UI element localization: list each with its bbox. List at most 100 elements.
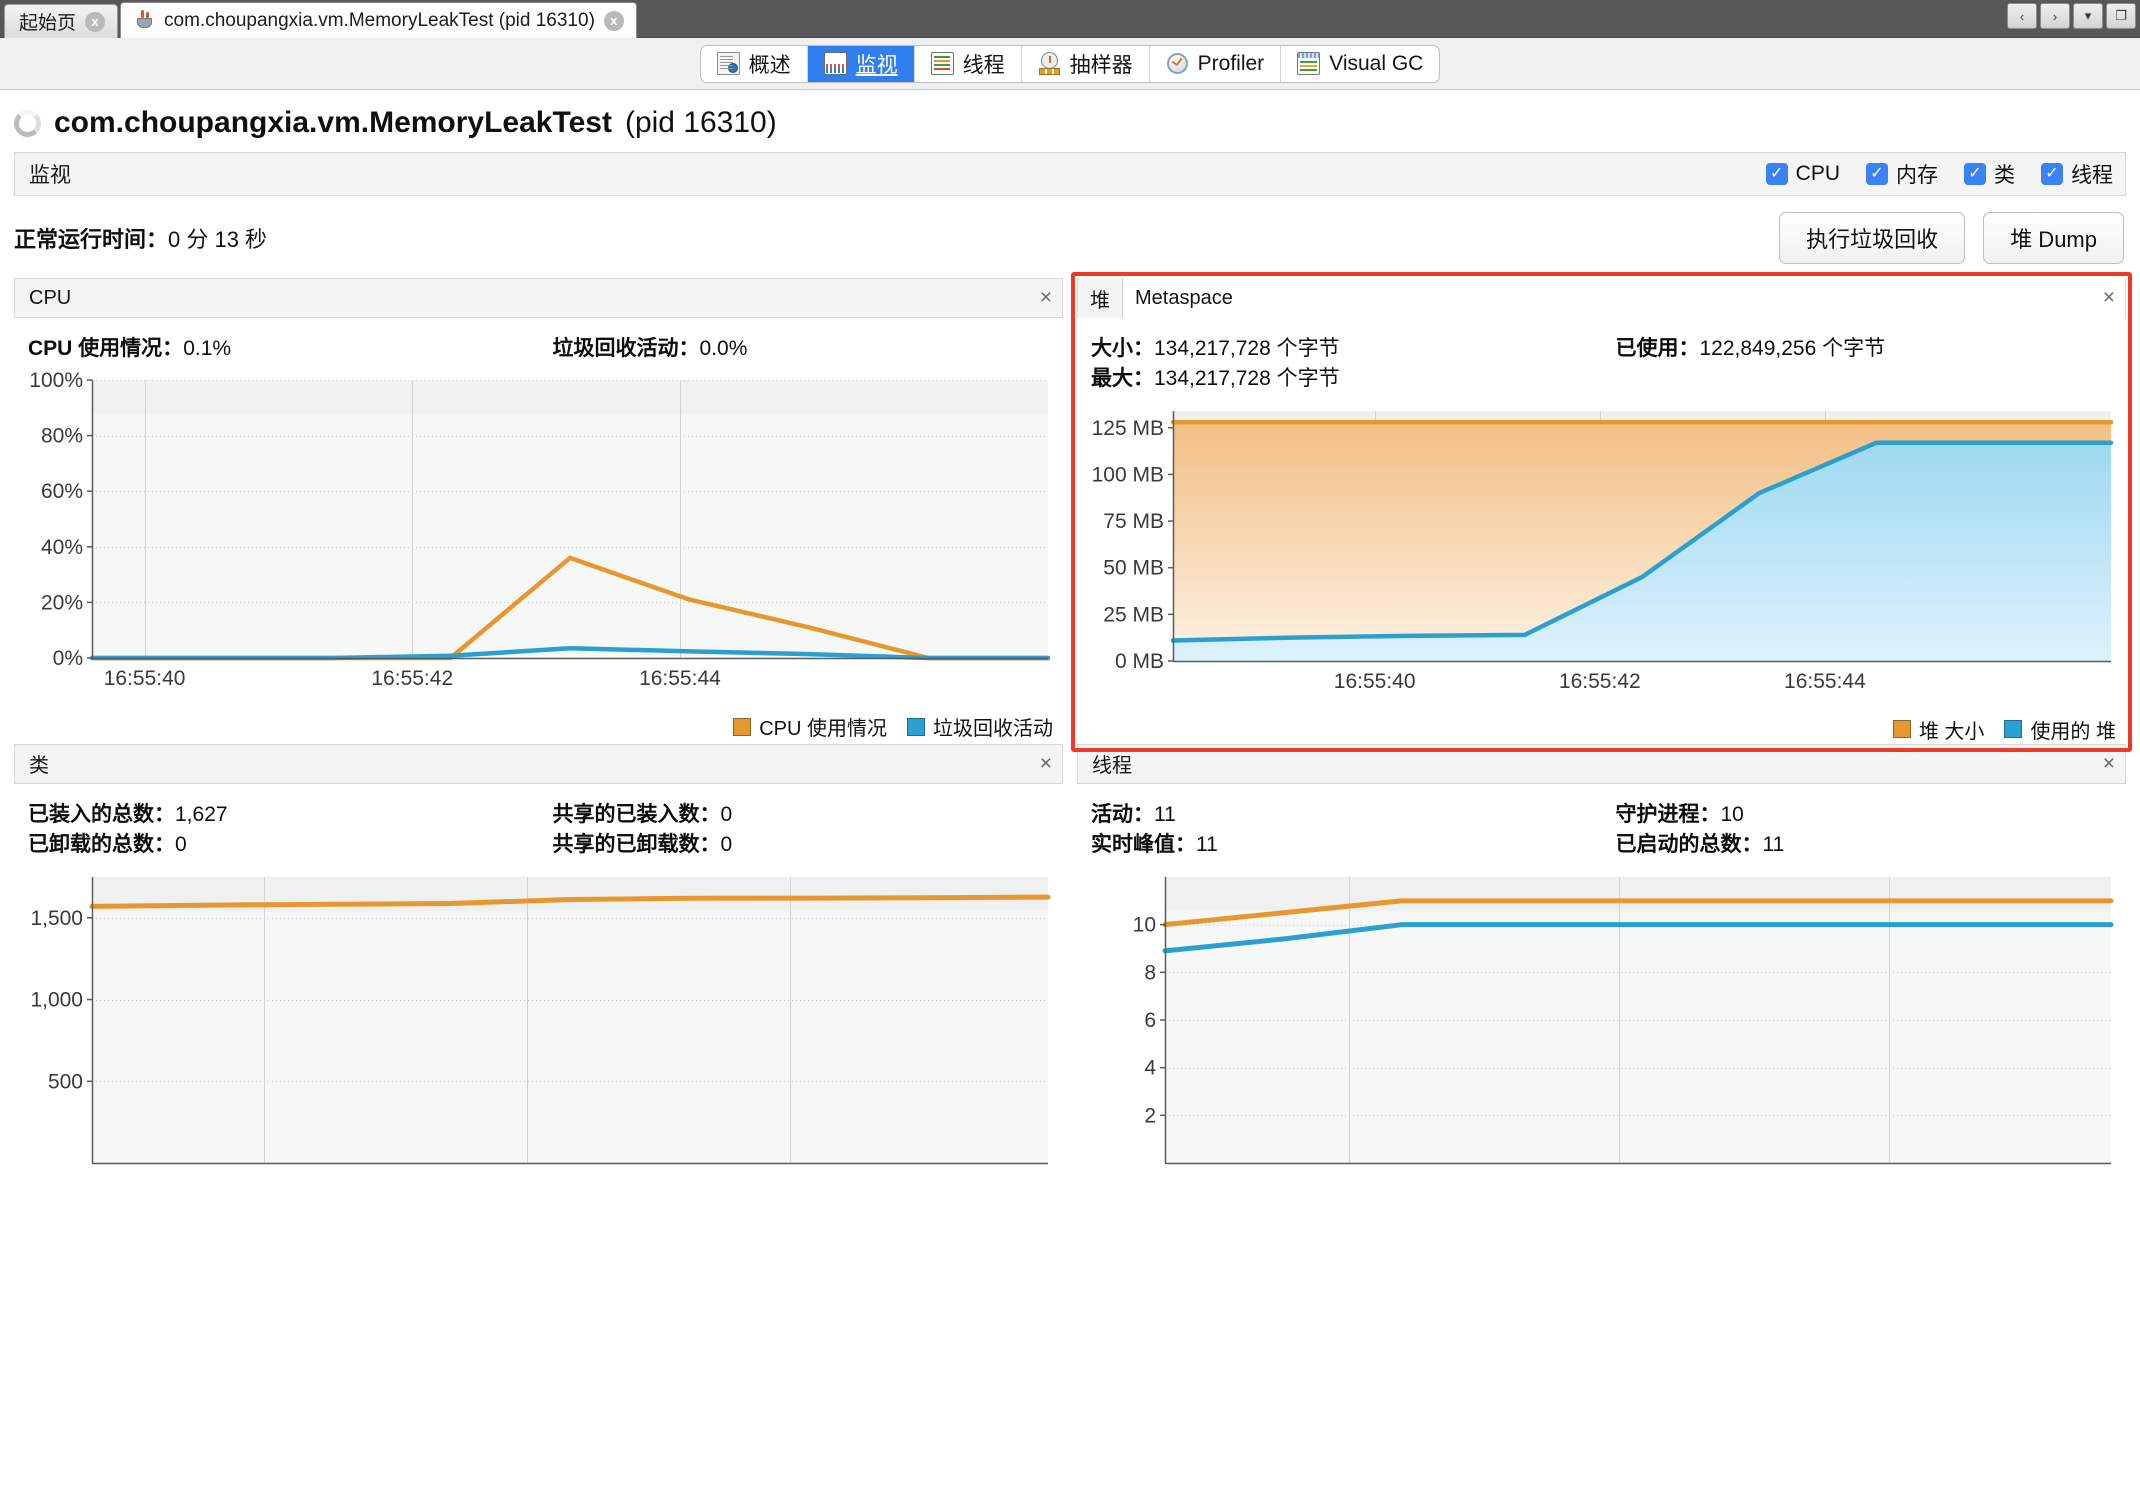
stat-label: 已卸载的总数：: [28, 833, 175, 857]
uptime-text: 正常运行时间：0 分 13 秒: [14, 222, 267, 254]
action-button-row: 执行垃圾回收 堆 Dump: [1779, 212, 2124, 264]
checkbox-threads[interactable]: ✓ 线程: [2041, 159, 2113, 189]
svg-text:16:55:42: 16:55:42: [371, 667, 453, 690]
tab-monitor[interactable]: 监视: [807, 45, 915, 82]
legend-item-heap-used[interactable]: 使用的 堆: [2004, 715, 2116, 744]
classes-panel-title: 类: [29, 755, 49, 778]
cpu-panel-title: CPU: [29, 286, 72, 309]
classes-panel: 类 × 已装入的总数：1,627 共享的已装入数：0 已卸载的总数：0 共享的已…: [14, 743, 1063, 1174]
tab-label: 监视: [855, 53, 898, 77]
threads-peak-stat: 实时峰值：11: [1077, 830, 1602, 860]
heap-max-stat: 最大：134,217,728 个字节: [1077, 364, 1602, 394]
scroll-right-button[interactable]: ›: [2040, 3, 2070, 29]
stat-value: 0: [175, 833, 187, 857]
legend-label: 使用的 堆: [2030, 720, 2116, 743]
legend-swatch: [733, 717, 752, 736]
close-icon[interactable]: ×: [2103, 752, 2115, 776]
threads-panel-title: 线程: [1092, 755, 1132, 778]
metric-checkbox-group: ✓ CPU ✓ 内存 ✓ 类 ✓ 线程: [1765, 159, 2113, 189]
window-tab-start-page[interactable]: 起始页 x: [4, 4, 119, 38]
threads-panel: 线程 × 活动：11 守护进程：10 实时峰值：11 已启动的总数：11 2 4…: [1077, 743, 2126, 1174]
heap-chart[interactable]: 0 MB 25 MB 50 MB 75 MB 100 MB 125 MB 16:55:40 1…: [1077, 403, 2117, 705]
threads-started-stat: 已启动的总数：11: [1602, 830, 2127, 860]
heap-dump-button[interactable]: 堆 Dump: [1983, 212, 2124, 264]
tab-threads[interactable]: 线程: [915, 45, 1022, 82]
classes-stats: 已装入的总数：1,627 共享的已装入数：0 已卸载的总数：0 共享的已卸载数：…: [14, 784, 1063, 869]
maximize-button[interactable]: ❐: [2106, 3, 2136, 29]
svg-text:16:55:40: 16:55:40: [104, 667, 186, 690]
stat-label: 活动：: [1091, 802, 1154, 826]
metaspace-tab[interactable]: Metaspace: [1123, 278, 2125, 318]
tab-list-dropdown-button[interactable]: ▾: [2073, 3, 2103, 29]
tab-label: 线程: [962, 53, 1005, 77]
threads-stats: 活动：11 守护进程：10 实时峰值：11 已启动的总数：11: [1077, 784, 2126, 869]
legend-item-cpu-usage[interactable]: CPU 使用情况: [733, 712, 887, 741]
svg-text:20%: 20%: [41, 592, 83, 615]
stat-label: 已装入的总数：: [28, 802, 175, 826]
tab-label: 概述: [748, 53, 791, 77]
threads-chart-wrap: 2 4 6 8 10: [1077, 869, 2126, 1174]
cpu-panel: CPU × CPU 使用情况：0.1% 垃圾回收活动：0.0% 0% 20% 40%…: [14, 278, 1063, 744]
svg-text:6: 6: [1144, 1009, 1156, 1032]
perform-gc-button[interactable]: 执行垃圾回收: [1779, 212, 1966, 264]
stat-label: 共享的已装入数：: [552, 802, 721, 826]
editor-tab-strip: 起始页 x com.choupangxia.vm.MemoryLeakTest …: [0, 0, 2140, 38]
svg-text:1,500: 1,500: [30, 907, 83, 930]
svg-text:0 MB: 0 MB: [1115, 650, 1164, 673]
stat-label: 已使用：: [1615, 337, 1700, 360]
close-icon[interactable]: ×: [1040, 286, 1052, 310]
gc-activity-stat: 垃圾回收活动：0.0%: [539, 334, 1064, 364]
close-icon[interactable]: ×: [1040, 752, 1052, 776]
stat-value: 11: [1762, 833, 1785, 857]
window-tab-memoryleaktest[interactable]: com.choupangxia.vm.MemoryLeakTest (pid 1…: [120, 2, 637, 38]
stat-value: 122,849,256 个字节: [1699, 337, 1886, 360]
stat-label: 实时峰值：: [1091, 833, 1196, 857]
svg-text:40%: 40%: [41, 536, 83, 559]
stat-label: 守护进程：: [1615, 802, 1721, 826]
stat-value: 134,217,728 个字节: [1154, 367, 1340, 391]
threads-chart[interactable]: 2 4 6 8 10: [1077, 869, 2117, 1169]
classes-chart[interactable]: 500 1,000 1,500: [14, 869, 1054, 1169]
close-icon[interactable]: ×: [2103, 286, 2115, 310]
check-icon: ✓: [2041, 163, 2063, 185]
checkbox-cpu[interactable]: ✓ CPU: [1765, 162, 1840, 186]
heap-tab[interactable]: 堆: [1078, 278, 1123, 318]
window-tab-label: com.choupangxia.vm.MemoryLeakTest (pid 1…: [164, 9, 595, 31]
close-icon[interactable]: x: [603, 10, 624, 31]
legend-item-gc-activity[interactable]: 垃圾回收活动: [907, 712, 1053, 741]
window-controls: ‹ › ▾ ❐: [2007, 3, 2136, 29]
tab-sampler[interactable]: 抽样器: [1022, 45, 1150, 82]
monitor-section-bar: 监视 ✓ CPU ✓ 内存 ✓ 类 ✓ 线程: [14, 152, 2126, 196]
heap-stats: 大小：134,217,728 个字节 已使用：122,849,256 个字节 最…: [1077, 318, 2126, 403]
cpu-chart[interactable]: 0% 20% 40% 60% 80% 100% 16:55:40 16:55:42 16:55:…: [14, 369, 1054, 702]
scroll-left-button[interactable]: ‹: [2007, 3, 2037, 29]
svg-text:16:55:44: 16:55:44: [639, 667, 721, 690]
tab-label: Visual GC: [1329, 51, 1424, 75]
cpu-chart-legend: CPU 使用情况 垃圾回收活动: [14, 707, 1063, 741]
checkbox-memory[interactable]: ✓ 内存: [1866, 159, 1938, 189]
classes-panel-header: 类 ×: [14, 743, 1063, 784]
heap-panel-header: 堆 Metaspace ×: [1077, 278, 2126, 318]
checkbox-classes[interactable]: ✓ 类: [1964, 159, 2015, 189]
page-title-pid: (pid 16310): [624, 106, 777, 139]
view-tab-group: 概述 监视 线程 抽样器 Profiler Visual GC: [699, 44, 1441, 83]
legend-item-heap-size[interactable]: 堆 大小: [1892, 715, 1985, 744]
tab-visual-gc[interactable]: Visual GC: [1281, 46, 1439, 82]
monitor-section-title: 监视: [29, 164, 71, 187]
svg-text:8: 8: [1144, 961, 1156, 984]
close-icon[interactable]: x: [85, 11, 106, 32]
stat-value: 0: [720, 802, 733, 826]
check-icon: ✓: [1765, 163, 1788, 185]
tab-overview[interactable]: 概述: [701, 45, 808, 82]
svg-text:0%: 0%: [53, 647, 83, 670]
threads-icon: [930, 52, 954, 75]
svg-text:1,000: 1,000: [30, 988, 83, 1011]
tab-profiler[interactable]: Profiler: [1150, 45, 1282, 82]
stat-label: 最大：: [1091, 367, 1154, 391]
svg-text:75 MB: 75 MB: [1103, 510, 1164, 533]
uptime-label: 正常运行时间：: [14, 227, 169, 252]
cpu-usage-stat: CPU 使用情况：0.1%: [14, 334, 539, 364]
visualgc-icon: [1297, 52, 1321, 75]
legend-label: 堆 大小: [1918, 720, 1985, 743]
svg-text:16:55:42: 16:55:42: [1559, 670, 1641, 693]
